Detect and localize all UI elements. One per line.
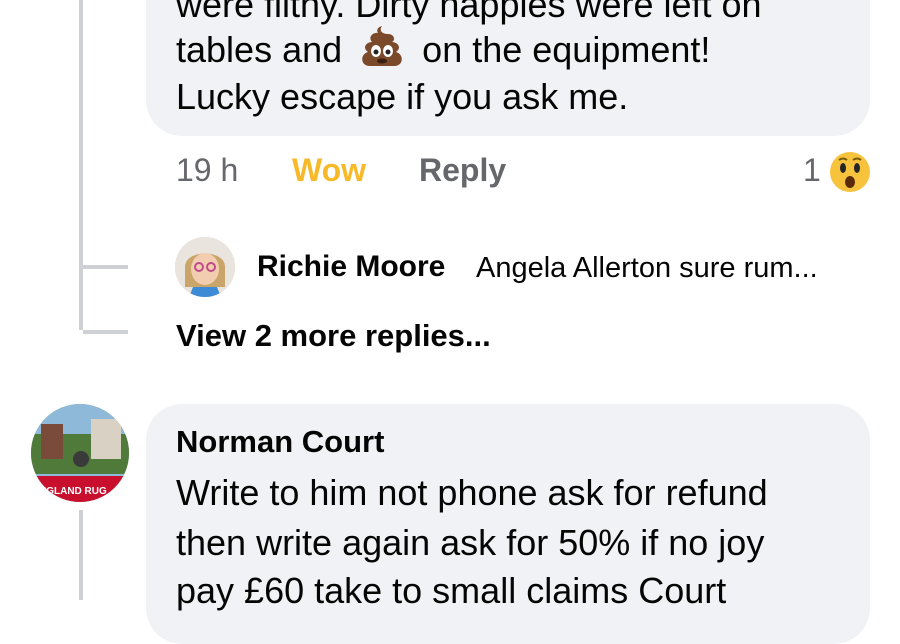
thread-line <box>79 510 83 600</box>
comment-text-line: Write to him not phone ask for refund <box>176 472 768 513</box>
comment-text-line: then write again ask for 50% if no joy <box>176 522 765 563</box>
comment-timestamp[interactable]: 19 h <box>176 152 238 189</box>
comment-text: on the equipment! <box>422 29 711 70</box>
view-more-replies-link[interactable]: View 2 more replies... <box>176 318 491 354</box>
avatar-banner-text: NGLAND RUG <box>39 486 107 497</box>
comment-text-line: Lucky escape if you ask me. <box>176 76 629 117</box>
avatar[interactable]: NGLAND RUG <box>31 404 129 502</box>
thread-line <box>79 0 83 330</box>
comment-author-name[interactable]: Norman Court <box>176 424 384 460</box>
reply-author-name[interactable]: Richie Moore <box>257 250 445 284</box>
reaction-count[interactable]: 1 <box>803 152 821 189</box>
reply-snippet[interactable]: Angela Allerton sure rum... <box>476 252 818 285</box>
thread-branch <box>83 330 128 334</box>
comment-text-line: pay £60 take to small claims Court <box>176 570 727 611</box>
comment-text: tables and <box>176 29 343 70</box>
thread-branch <box>83 265 128 269</box>
comment-text-line: tables and on the equipment! <box>176 24 710 75</box>
wow-emoji-icon[interactable] <box>829 151 871 193</box>
poop-emoji-icon <box>358 24 406 68</box>
wow-reaction-button[interactable]: Wow <box>292 152 366 189</box>
reply-button[interactable]: Reply <box>419 152 506 189</box>
avatar[interactable] <box>175 237 235 297</box>
